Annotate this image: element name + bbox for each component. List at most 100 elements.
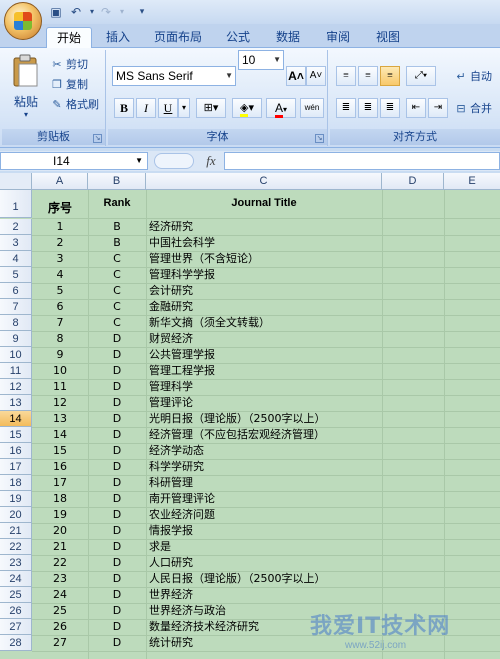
font-launcher-icon[interactable]: ↘	[315, 134, 324, 143]
bold-button[interactable]: B	[114, 98, 134, 118]
name-box-dropdown-icon[interactable]: ▼	[135, 153, 143, 169]
cell-serial[interactable]: 9	[32, 347, 88, 363]
cell-journal-title[interactable]: 经济学动态	[146, 443, 446, 459]
cell-journal-title[interactable]: 管理工程学报	[146, 363, 446, 379]
wrap-text-button[interactable]: ↵ 自动	[454, 68, 492, 86]
cell-rank[interactable]: D	[88, 539, 146, 555]
cell-rank[interactable]: C	[88, 251, 146, 267]
row-header[interactable]: 12	[0, 379, 32, 395]
cell-rank[interactable]: C	[88, 267, 146, 283]
row-header[interactable]: 25	[0, 587, 32, 603]
column-header-c[interactable]: C	[146, 173, 382, 190]
format-painter-button[interactable]: ✎ 格式刷	[50, 96, 99, 114]
row-header[interactable]: 18	[0, 475, 32, 491]
tab-home[interactable]: 开始	[46, 27, 93, 48]
row-header[interactable]: 26	[0, 603, 32, 619]
cell-journal-title[interactable]: 情报学报	[146, 523, 446, 539]
borders-button[interactable]: ⊞▾	[196, 98, 226, 118]
row-header[interactable]: 24	[0, 571, 32, 587]
header-cell-rank[interactable]: Rank	[88, 195, 146, 211]
worksheet-grid[interactable]: A B C D E 1 序号 Rank Journal Title 2 1 B 经济研…	[0, 173, 500, 659]
cell-journal-title[interactable]: 中国社会科学	[146, 235, 446, 251]
column-header-b[interactable]: B	[88, 173, 146, 190]
cell-rank[interactable]: D	[88, 331, 146, 347]
cell-rank[interactable]: D	[88, 411, 146, 427]
cell-rank[interactable]: C	[88, 283, 146, 299]
cell-rank[interactable]: C	[88, 299, 146, 315]
customize-toolbar-icon[interactable]: ▾	[134, 4, 150, 20]
cell-rank[interactable]: D	[88, 635, 146, 651]
cell-serial[interactable]: 27	[32, 635, 88, 651]
paste-button[interactable]: 粘贴 ▾	[6, 54, 46, 124]
row-header[interactable]: 14	[0, 411, 32, 427]
cell-journal-title[interactable]: 求是	[146, 539, 446, 555]
shrink-font-button[interactable]: A˅	[306, 66, 326, 86]
cell-rank[interactable]: D	[88, 395, 146, 411]
font-name-combo[interactable]: MS Sans Serif ▼	[112, 66, 236, 86]
cell-journal-title[interactable]: 科学学研究	[146, 459, 446, 475]
cell-journal-title[interactable]: 管理世界（不含短论）	[146, 251, 446, 267]
cell-journal-title[interactable]: 南开管理评论	[146, 491, 446, 507]
row-header[interactable]: 20	[0, 507, 32, 523]
cell-serial[interactable]: 1	[32, 219, 88, 235]
cell-serial[interactable]: 15	[32, 443, 88, 459]
select-all-corner[interactable]	[0, 173, 32, 190]
clipboard-launcher-icon[interactable]: ↘	[93, 134, 102, 143]
align-middle-button[interactable]: ≡	[358, 66, 378, 86]
save-icon[interactable]: ▣	[48, 4, 64, 20]
tab-data[interactable]: 数据	[266, 27, 310, 48]
redo-dropdown-icon[interactable]: ▾	[114, 4, 130, 20]
cell-journal-title[interactable]: 财贸经济	[146, 331, 446, 347]
insert-function-button[interactable]: fx	[200, 152, 222, 170]
row-header[interactable]: 3	[0, 235, 32, 251]
cell-serial[interactable]: 26	[32, 619, 88, 635]
cell-journal-title[interactable]: 管理评论	[146, 395, 446, 411]
cell-rank[interactable]: D	[88, 427, 146, 443]
cell-rank[interactable]: D	[88, 523, 146, 539]
cell-journal-title[interactable]: 经济研究	[146, 219, 446, 235]
cell-serial[interactable]: 5	[32, 283, 88, 299]
formula-input[interactable]	[224, 152, 500, 170]
cell-journal-title[interactable]: 经济管理（不应包括宏观经济管理）	[146, 427, 446, 443]
align-center-button[interactable]: ≣	[358, 98, 378, 118]
grow-font-button[interactable]: A˄	[286, 66, 306, 86]
paste-dropdown-icon[interactable]: ▾	[6, 110, 46, 119]
cell-journal-title[interactable]: 科研管理	[146, 475, 446, 491]
cell-rank[interactable]: C	[88, 315, 146, 331]
cell-serial[interactable]: 13	[32, 411, 88, 427]
row-header[interactable]: 2	[0, 219, 32, 235]
row-header[interactable]: 4	[0, 251, 32, 267]
column-header-e[interactable]: E	[444, 173, 500, 190]
cell-rank[interactable]: D	[88, 587, 146, 603]
cell-rank[interactable]: D	[88, 603, 146, 619]
row-header[interactable]: 8	[0, 315, 32, 331]
cell-journal-title[interactable]: 会计研究	[146, 283, 446, 299]
align-right-button[interactable]: ≣	[380, 98, 400, 118]
cell-journal-title[interactable]: 金融研究	[146, 299, 446, 315]
cell-serial[interactable]: 21	[32, 539, 88, 555]
underline-button[interactable]: U	[158, 98, 178, 118]
cell-serial[interactable]: 25	[32, 603, 88, 619]
cell-rank[interactable]: B	[88, 219, 146, 235]
cell-journal-title[interactable]: 人口研究	[146, 555, 446, 571]
header-cell-journal-title[interactable]: Journal Title	[146, 195, 382, 211]
font-size-combo[interactable]: 10 ▼	[238, 50, 284, 70]
redo-icon[interactable]: ↷	[98, 4, 114, 20]
tab-page-layout[interactable]: 页面布局	[144, 27, 212, 48]
row-header[interactable]: 21	[0, 523, 32, 539]
cell-serial[interactable]: 10	[32, 363, 88, 379]
row-header[interactable]: 1	[0, 190, 32, 218]
cell-journal-title[interactable]: 管理科学学报	[146, 267, 446, 283]
fill-color-button[interactable]: ◈▾	[232, 98, 262, 118]
cell-serial[interactable]: 14	[32, 427, 88, 443]
cell-serial[interactable]: 24	[32, 587, 88, 603]
cell-serial[interactable]: 18	[32, 491, 88, 507]
cell-serial[interactable]: 2	[32, 235, 88, 251]
cell-rank[interactable]: D	[88, 555, 146, 571]
cell-journal-title[interactable]: 光明日报（理论版）（2500字以上）	[146, 411, 446, 427]
merge-center-button[interactable]: ⊟ 合并	[454, 100, 492, 118]
row-header[interactable]: 23	[0, 555, 32, 571]
cell-rank[interactable]: D	[88, 363, 146, 379]
row-header[interactable]: 15	[0, 427, 32, 443]
cell-serial[interactable]: 11	[32, 379, 88, 395]
